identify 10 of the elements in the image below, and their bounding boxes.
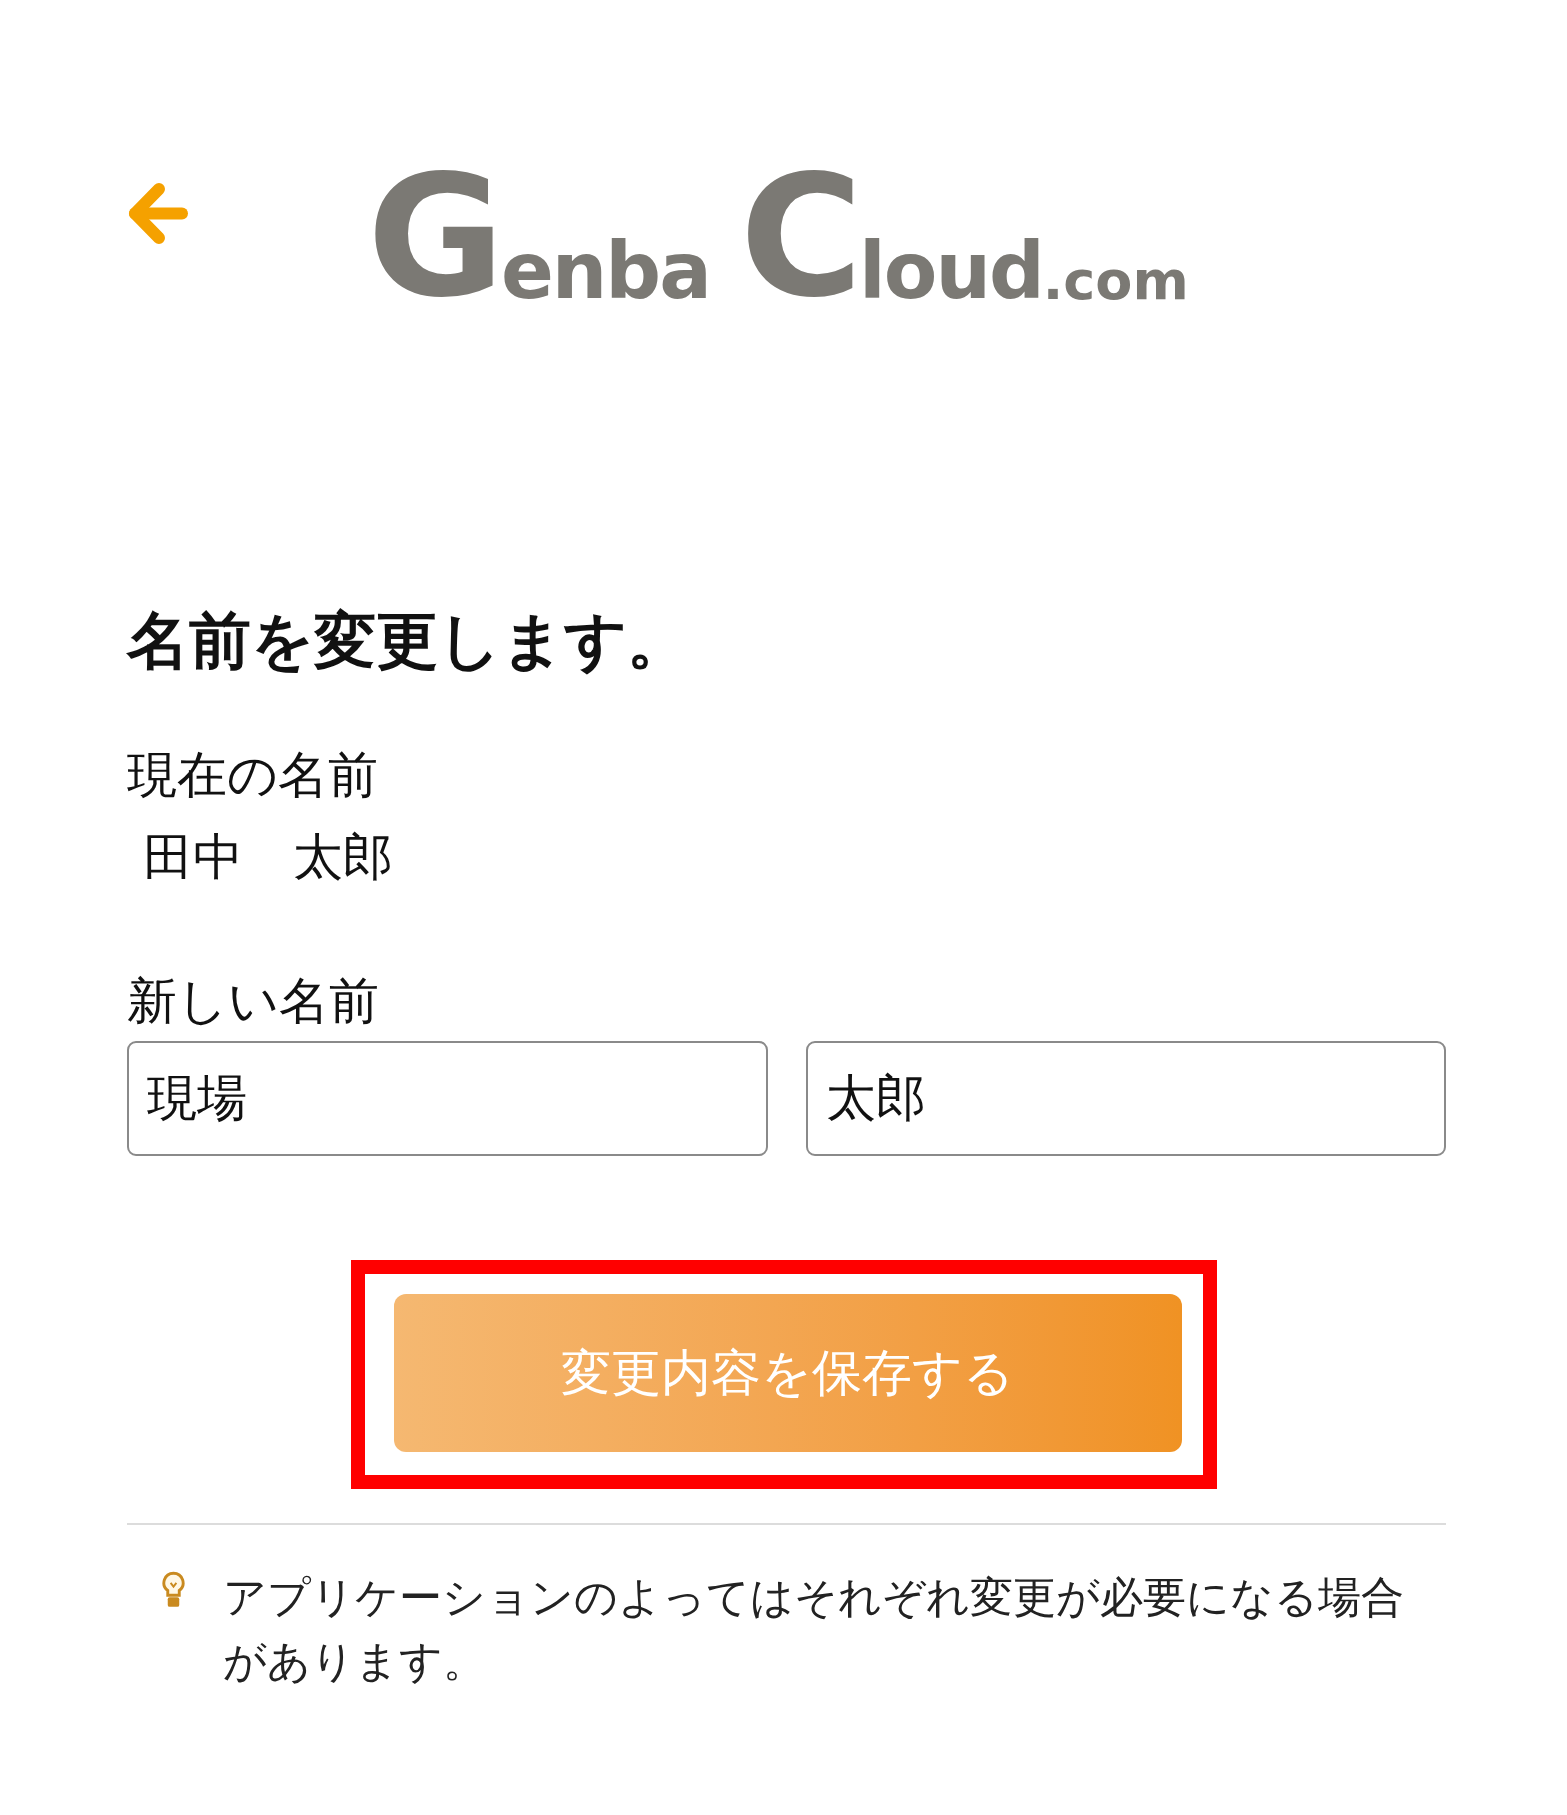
back-button[interactable] (127, 182, 189, 245)
name-input-field[interactable]: 現場 (127, 1040, 768, 1156)
name-input-field[interactable]: 太郎 (805, 1040, 1446, 1156)
current-name-value: 田中 太郎 (142, 827, 393, 887)
logo-wordmark: Genba Cloud.com (367, 170, 1189, 305)
new-name-label: 新しい名前 (127, 971, 380, 1031)
lightbulb-icon (162, 1570, 185, 1610)
page-title: 名前を変更します。 (127, 605, 690, 678)
note-text: アプリケーションのよってはそれぞれ変更が必要になる場合があります。 (223, 1571, 1405, 1688)
current-name-label: 現在の名前 (127, 745, 379, 805)
